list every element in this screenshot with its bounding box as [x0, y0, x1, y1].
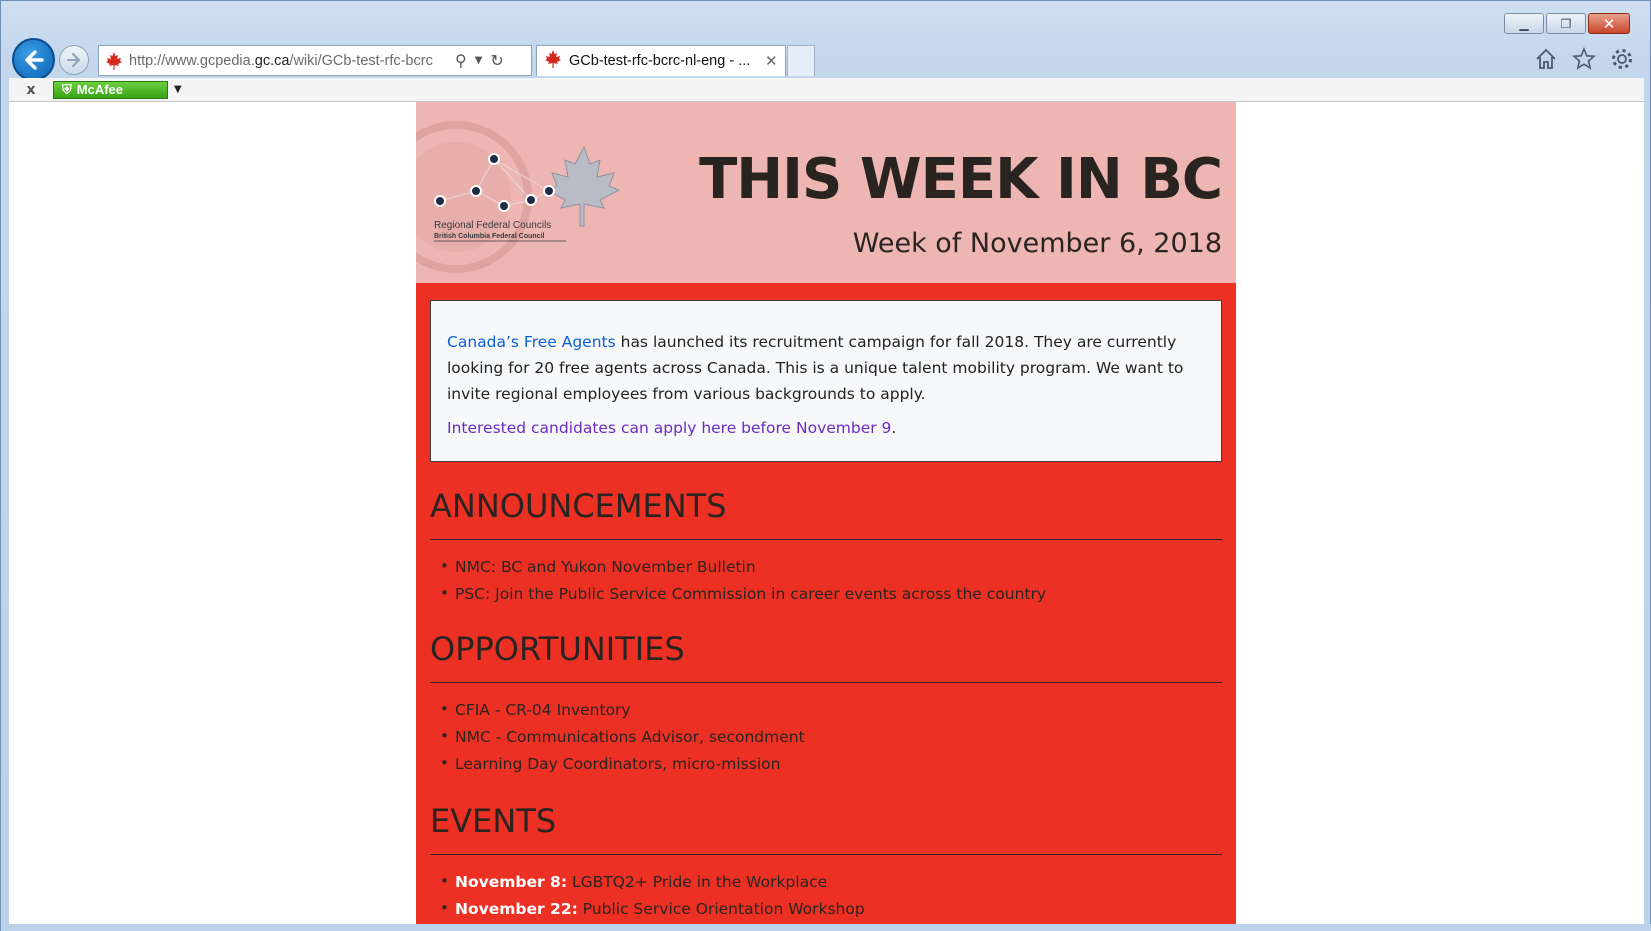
free-agents-callout: Canada’s Free Agents has launched its re… [430, 300, 1222, 462]
mcafee-shield-icon: ⛨ [62, 81, 72, 97]
apply-paragraph: Interested candidates can apply here bef… [447, 415, 1206, 441]
apply-link[interactable]: Interested candidates can apply here bef… [447, 419, 891, 437]
mcafee-button[interactable]: ⛨ McAfee [53, 80, 168, 99]
minimize-icon: ▁ [1519, 16, 1529, 31]
home-icon[interactable] [1532, 45, 1560, 73]
favorites-star-icon[interactable] [1570, 45, 1598, 73]
close-icon: ✕ [1602, 14, 1616, 33]
free-agents-link[interactable]: Canada’s Free Agents [447, 333, 616, 351]
search-icon[interactable]: ⚲ [455, 51, 467, 70]
forward-button[interactable] [59, 45, 89, 75]
arrow-left-icon [24, 49, 44, 70]
events-heading: EVENTS [430, 802, 1222, 855]
new-tab-button[interactable] [787, 45, 815, 76]
list-item[interactable]: NMC: BC and Yukon November Bulletin [430, 557, 1222, 585]
close-window-button[interactable]: ✕ [1588, 13, 1630, 34]
announcements-section: ANNOUNCEMENTS NMC: BC and Yukon November… [430, 487, 1222, 612]
restore-icon: ❐ [1560, 16, 1572, 31]
events-section: EVENTS November 8: LGBTQ2+ Pride in the … [430, 802, 1222, 924]
newsletter-date: Week of November 6, 2018 [852, 228, 1222, 259]
refresh-icon[interactable]: ↻ [490, 51, 503, 70]
event-date: November 22: [455, 900, 578, 918]
list-item[interactable]: CFIA - CR-04 Inventory [430, 700, 1222, 728]
event-title[interactable]: LGBTQ2+ Pride in the Workplace [572, 873, 827, 891]
url-text[interactable]: http://www.gcpedia.gc.ca/wiki/GCb-test-r… [129, 53, 447, 69]
dropdown-arrow-icon[interactable]: ▼ [475, 55, 483, 66]
window-bottom-border [1, 924, 1651, 931]
logo-line2: British Columbia Federal Council [434, 233, 545, 240]
list-item[interactable]: PSC: Join the Public Service Commission … [430, 584, 1222, 612]
settings-gear-icon[interactable] [1608, 45, 1636, 73]
newsletter-title: THIS WEEK IN BC [699, 147, 1223, 212]
back-button[interactable] [12, 38, 55, 81]
list-item[interactable]: NMC - Communications Advisor, secondment [430, 727, 1222, 755]
newsletter-banner: Regional Federal Councils British Columb… [416, 102, 1236, 283]
events-list: November 8: LGBTQ2+ Pride in the Workpla… [430, 872, 1222, 924]
mcafee-dropdown-icon[interactable]: ▼ [174, 84, 182, 95]
announcements-heading: ANNOUNCEMENTS [430, 487, 1222, 540]
tab-title: GCb-test-rfc-bcrc-nl-eng - ... [569, 53, 751, 69]
newsletter: Regional Federal Councils British Columb… [416, 102, 1236, 924]
logo-line1: Regional Federal Councils [434, 220, 551, 231]
event-date: November 8: [455, 873, 568, 891]
callout-paragraph: Canada’s Free Agents has launched its re… [447, 329, 1206, 407]
tab-close-icon[interactable]: ✕ [765, 52, 778, 70]
window-controls: ▁ ❐ ✕ [1504, 13, 1630, 34]
page-viewport: Regional Federal Councils British Columb… [9, 102, 1644, 924]
address-bar[interactable]: http://www.gcpedia.gc.ca/wiki/GCb-test-r… [98, 45, 532, 76]
tab-favicon-maple-leaf-icon [543, 49, 563, 73]
announcements-list: NMC: BC and Yukon November Bulletin PSC:… [430, 557, 1222, 612]
opportunities-section: OPPORTUNITIES CFIA - CR-04 Inventory NMC… [430, 630, 1222, 782]
federal-council-logo: Regional Federal Councils British Columb… [416, 121, 621, 273]
event-item[interactable]: November 8: LGBTQ2+ Pride in the Workpla… [430, 872, 1222, 900]
browser-window: ▁ ❐ ✕ http://www.gcpedia.gc.ca/wiki/GCb-… [0, 0, 1651, 931]
event-title[interactable]: Public Service Orientation Workshop [583, 900, 865, 918]
tab-active[interactable]: GCb-test-rfc-bcrc-nl-eng - ... ✕ [536, 45, 786, 76]
site-favicon-maple-leaf-icon [99, 46, 129, 75]
opportunities-list: CFIA - CR-04 Inventory NMC - Communicati… [430, 700, 1222, 782]
minimize-button[interactable]: ▁ [1504, 13, 1544, 34]
mcafee-label: McAfee [76, 82, 124, 97]
apply-period: . [891, 419, 897, 437]
arrow-right-icon [67, 53, 80, 67]
add-on-toolbar: x ⛨ McAfee ▼ [9, 78, 1644, 102]
maximize-button[interactable]: ❐ [1546, 13, 1586, 34]
event-item[interactable]: November 22: Public Service Orientation … [430, 899, 1222, 924]
list-item[interactable]: Learning Day Coordinators, micro-mission [430, 754, 1222, 782]
opportunities-heading: OPPORTUNITIES [430, 630, 1222, 683]
toolbar-close-icon[interactable]: x [9, 82, 53, 98]
